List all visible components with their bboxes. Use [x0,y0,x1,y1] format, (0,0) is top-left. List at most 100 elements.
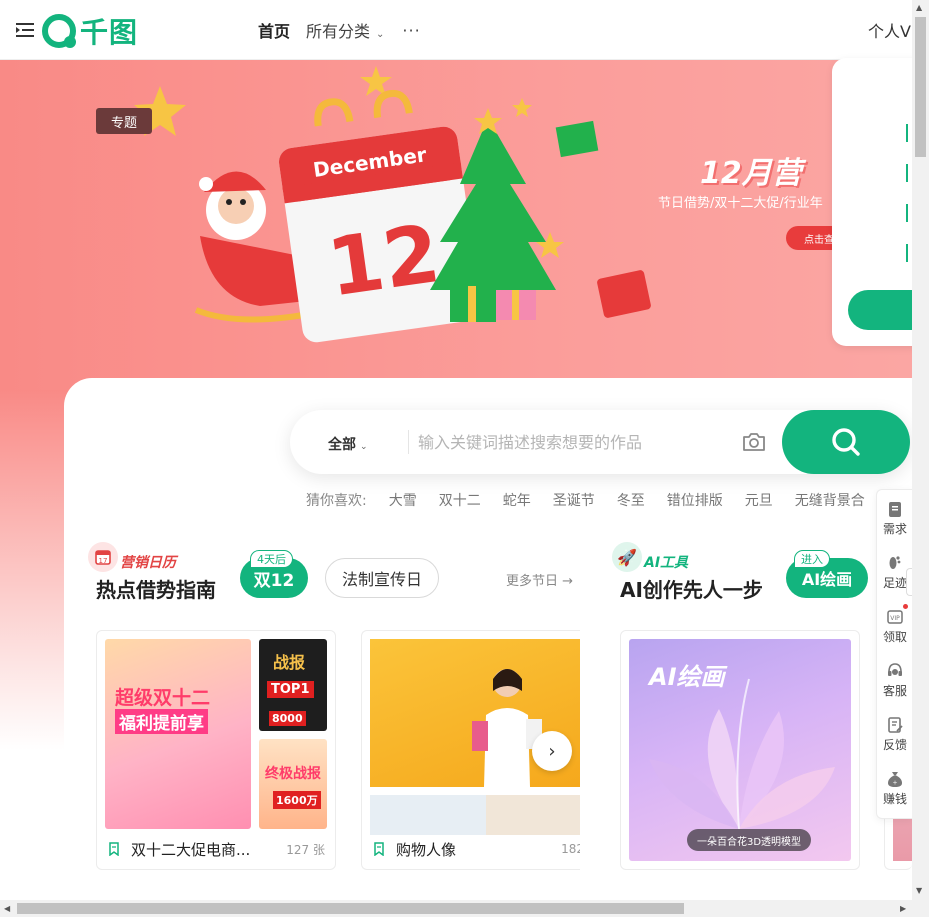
toolbar-service[interactable]: 客服 [877,652,913,702]
search-button[interactable] [782,410,910,474]
personal-vip-link[interactable]: 个人V [868,18,911,42]
footprint-icon [889,556,901,569]
guess-keyword[interactable]: 圣诞节 [553,490,595,510]
template-card[interactable]: 超级双十二 福利提前享 战报 TOP1 8000 终极战报 1600万 双十二大… [96,630,336,870]
search-scope-select[interactable]: 全部 ⌄ [328,434,368,454]
menu-toggle-icon[interactable] [16,22,34,38]
guess-you-like: 猜你喜欢: 大雪 双十二 蛇年 圣诞节 冬至 错位排版 元旦 无缝背景合 [306,490,887,510]
svg-text:+: + [892,780,897,787]
enter-badge: 进入 [794,550,830,568]
scroll-right-icon[interactable]: ▶ [900,904,906,913]
nav-all-categories[interactable]: 所有分类 ⌄ [306,18,384,42]
guess-label: 猜你喜欢: [306,493,367,509]
toolbar-label: 赚钱 [882,792,907,806]
side-toolbar: 需求 足迹 VIP 领取 客服 反馈 + 赚钱 [876,489,912,819]
carousel-next-button[interactable]: › [532,731,572,771]
login-button[interactable] [848,290,912,330]
toolbar-label: 领取 [882,630,907,644]
ai-title: AI创作先人一步 [620,578,763,602]
more-festivals-link[interactable]: 更多节日 → [506,570,573,589]
search-input[interactable] [418,426,728,458]
guess-keyword[interactable]: 元旦 [745,490,773,510]
chevron-down-icon: ⌄ [376,29,385,40]
logo-text: 千图 [80,16,139,49]
svg-text:12: 12 [322,207,445,315]
calendar-icon: 17 [88,542,118,572]
card-footer: 双十二大促电商... 127 张 [97,829,335,869]
toolbar-label: 反馈 [882,738,907,752]
thumbnail-text: 超级双十二 [115,687,211,709]
toolbar-demand[interactable]: 需求 [877,490,913,540]
ai-artwork-image: AI绘画 一朵百合花3D透明模型 [629,639,851,861]
vip-icon: VIP [887,610,903,624]
toolbar-feedback[interactable]: 反馈 [877,706,913,756]
horizontal-scrollbar-thumb[interactable] [17,903,684,914]
thumbnail-text: 终极战报 [265,766,321,782]
thumbnail-text: TOP1 [267,681,314,698]
marketing-tag: 营销日历 [120,555,176,571]
ai-showcase-card[interactable]: AI绘画 一朵百合花3D透明模型 [620,630,860,870]
thumbnail-text: 福利提前享 [115,709,208,734]
card-thumbnail [105,639,251,829]
ai-card-caption: 一朵百合花3D透明模型 [687,829,812,851]
notification-dot [903,604,908,609]
logo-mark-icon [42,14,76,48]
scroll-up-icon[interactable]: ▲ [916,3,922,12]
guess-keyword[interactable]: 蛇年 [503,490,531,510]
nav-all-categories-label: 所有分类 [306,22,371,41]
guess-keyword[interactable]: 大雪 [389,490,417,510]
festival-countdown-badge: 4天后 [250,550,293,568]
site-logo[interactable]: 千图 [42,14,139,49]
headset-icon [888,663,902,676]
top-header: 千图 首页 所有分类 ⌄ ··· 个人V [0,0,912,60]
thumbnail-text: 8000 [269,711,306,726]
card-label: 购物人像 [396,840,457,859]
ai-card-title: AI绘画 [649,663,725,691]
festival-pill[interactable]: 法制宣传日 [325,558,439,598]
star-decoration-icon [512,98,532,117]
search-divider [408,430,409,454]
nav-home[interactable]: 首页 [258,18,290,42]
banner-subtitle: 节日借势/双十二大促/行业年 [658,196,823,211]
camera-icon[interactable] [742,432,766,452]
guess-keyword[interactable]: 错位排版 [667,490,723,510]
clipboard-icon [889,502,901,517]
guess-keyword[interactable]: 冬至 [617,490,645,510]
thumbnail-text: 战报 [273,653,306,672]
chevron-right-icon: › [548,740,556,762]
toolbar-label: 需求 [882,522,907,536]
search-scope-label: 全部 [328,437,356,453]
card-count: 127 张 [286,842,325,857]
bookmark-icon [109,842,119,856]
search-icon [832,428,860,456]
rocket-icon: 🚀 [612,542,642,572]
card-label: 双十二大促电商... [131,840,251,859]
shopper-illustration [472,669,542,787]
edit-icon [888,717,903,733]
card-count: 182 [561,842,580,856]
card-thumbnail [259,739,327,829]
svg-text:VIP: VIP [890,615,900,622]
chevron-down-icon: ⌄ [360,442,368,452]
main-nav: 首页 所有分类 ⌄ ··· [258,18,421,42]
nav-more-button[interactable]: ··· [402,21,420,40]
toolbar-earn[interactable]: + 赚钱 [877,760,913,810]
ai-tag: AI工具 [644,555,689,571]
marketing-title: 热点借势指南 [96,578,216,602]
guess-keyword[interactable]: 双十二 [439,490,481,510]
guess-keyword[interactable]: 无缝背景合 [795,490,865,510]
toolbar-label: 足迹 [882,576,907,590]
topic-tag: 专题 [96,108,152,134]
toolbar-label: 客服 [882,684,907,698]
toolbar-claim[interactable]: VIP 领取 [877,598,913,648]
card-footer: 购物人像 182 [362,829,580,869]
scroll-left-icon[interactable]: ◀ [4,904,10,913]
gift-box [597,270,651,318]
money-bag-icon: + [888,772,902,787]
vertical-scrollbar-thumb[interactable] [915,17,926,157]
thumbnail-text: 1600万 [273,791,321,809]
svg-text:17: 17 [99,557,108,565]
bookmark-icon [374,842,384,856]
banner-title: 12月营 [700,156,802,191]
scroll-down-icon[interactable]: ▼ [916,886,922,895]
